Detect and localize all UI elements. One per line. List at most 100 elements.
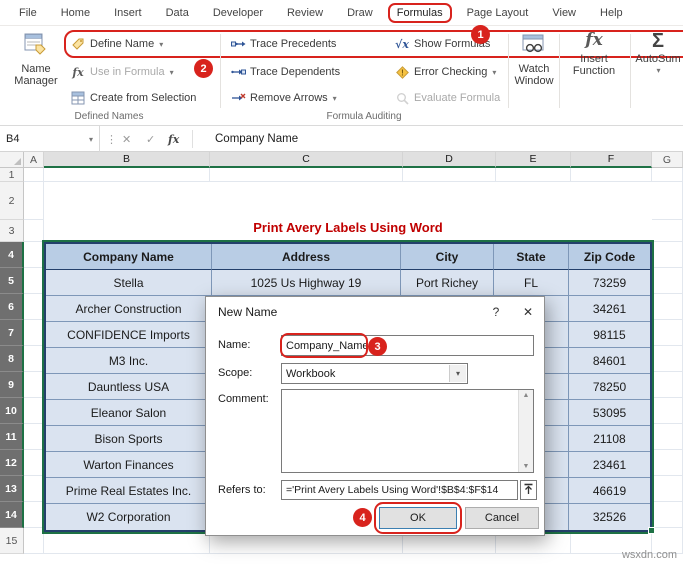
name-input[interactable]: Company_Name [281, 335, 534, 356]
row-header-11[interactable]: 11 [0, 424, 24, 450]
cell[interactable] [652, 476, 683, 502]
table-cell[interactable]: 34261 [569, 296, 650, 322]
row-header-4[interactable]: 4 [0, 242, 24, 268]
dialog-close-button[interactable]: ✕ [512, 297, 544, 327]
row-header-3[interactable]: 3 [0, 220, 24, 242]
enter-entry-icon[interactable]: ✓ [146, 126, 155, 152]
cell[interactable] [24, 242, 44, 268]
table-header-cell[interactable]: Zip Code [569, 244, 650, 270]
autosum-button[interactable]: Σ AutoSum ▾ [635, 31, 681, 107]
comment-textarea[interactable]: ▲ ▼ [281, 389, 534, 473]
table-cell[interactable]: 46619 [569, 478, 650, 504]
cell[interactable] [652, 372, 683, 398]
tab-view[interactable]: View [543, 3, 585, 23]
cell[interactable] [24, 424, 44, 450]
error-checking-button[interactable]: ! Error Checking ▾ [394, 62, 496, 82]
insert-function-button[interactable]: fx Insert Function [563, 30, 625, 107]
table-cell[interactable]: 53095 [569, 400, 650, 426]
table-cell[interactable]: 78250 [569, 374, 650, 400]
sheet-title-cell[interactable]: Print Avery Labels Using Word [44, 182, 652, 242]
column-header-B[interactable]: B [44, 152, 210, 168]
table-cell[interactable]: Eleanor Salon [46, 400, 212, 426]
select-all-corner[interactable] [0, 152, 24, 168]
table-cell[interactable]: Bison Sports [46, 426, 212, 452]
table-cell[interactable]: Archer Construction [46, 296, 212, 322]
cell[interactable] [652, 168, 683, 182]
row-header-14[interactable]: 14 [0, 502, 24, 528]
table-cell[interactable]: 73259 [569, 270, 650, 296]
cell[interactable] [652, 320, 683, 346]
remove-arrows-button[interactable]: Remove Arrows ▾ [230, 88, 337, 108]
trace-dependents-button[interactable]: Trace Dependents [230, 62, 340, 82]
tab-data[interactable]: Data [157, 3, 198, 23]
cell[interactable] [652, 268, 683, 294]
collapse-dialog-button[interactable] [520, 480, 537, 500]
cell[interactable] [24, 268, 44, 294]
cancel-button[interactable]: Cancel [465, 507, 539, 529]
table-cell[interactable]: Prime Real Estates Inc. [46, 478, 212, 504]
table-cell[interactable]: 21108 [569, 426, 650, 452]
table-header-cell[interactable]: Address [212, 244, 401, 270]
table-cell[interactable]: Port Richey [401, 270, 494, 296]
table-cell[interactable]: Dauntless USA [46, 374, 212, 400]
cell[interactable] [24, 182, 44, 220]
ok-button[interactable]: OK [379, 507, 457, 529]
table-cell[interactable]: 32526 [569, 504, 650, 530]
tab-draw[interactable]: Draw [338, 3, 382, 23]
cell[interactable] [44, 168, 210, 182]
row-header-13[interactable]: 13 [0, 476, 24, 502]
tab-file[interactable]: File [10, 3, 46, 23]
tab-insert[interactable]: Insert [105, 3, 151, 23]
cell[interactable] [652, 398, 683, 424]
table-cell[interactable]: 98115 [569, 322, 650, 348]
comment-scrollbar[interactable]: ▲ ▼ [518, 390, 533, 472]
cell[interactable] [24, 398, 44, 424]
cell[interactable] [24, 450, 44, 476]
dialog-help-button[interactable]: ? [480, 297, 512, 327]
fill-handle[interactable] [648, 527, 655, 534]
cell[interactable] [210, 168, 403, 182]
row-header-9[interactable]: 9 [0, 372, 24, 398]
cell[interactable] [24, 476, 44, 502]
cell[interactable] [652, 220, 683, 242]
watch-window-button[interactable]: Watch Window [512, 31, 556, 107]
scroll-up-icon[interactable]: ▲ [523, 392, 530, 399]
scroll-down-icon[interactable]: ▼ [523, 463, 530, 470]
cell[interactable] [496, 168, 571, 182]
scope-select[interactable]: Workbook ▾ [281, 363, 468, 384]
tab-formulas[interactable]: Formulas [387, 2, 452, 23]
formula-bar-drag-handle-icon[interactable]: ⋮ [106, 126, 117, 152]
cell[interactable] [24, 346, 44, 372]
cell[interactable] [24, 168, 44, 182]
tab-help[interactable]: Help [591, 3, 632, 23]
cancel-entry-icon[interactable]: ✕ [122, 126, 131, 152]
cell[interactable] [652, 502, 683, 528]
cell[interactable] [24, 220, 44, 242]
insert-function-fx-icon[interactable]: fx [168, 126, 179, 152]
row-header-2[interactable]: 2 [0, 182, 24, 220]
row-header-7[interactable]: 7 [0, 320, 24, 346]
table-cell[interactable]: 1025 Us Highway 19 [212, 270, 401, 296]
tab-review[interactable]: Review [278, 3, 332, 23]
scope-dropdown-icon[interactable]: ▾ [449, 365, 466, 382]
row-header-12[interactable]: 12 [0, 450, 24, 476]
cell[interactable] [652, 242, 683, 268]
table-cell[interactable]: Warton Finances [46, 452, 212, 478]
cell[interactable] [24, 528, 44, 554]
table-cell[interactable]: 23461 [569, 452, 650, 478]
refers-to-input[interactable]: ='Print Avery Labels Using Word'!$B$4:$F… [281, 480, 518, 500]
row-header-1[interactable]: 1 [0, 168, 24, 182]
cell[interactable] [24, 372, 44, 398]
cell[interactable] [24, 502, 44, 528]
tab-home[interactable]: Home [52, 3, 99, 23]
table-cell[interactable]: FL [494, 270, 569, 296]
create-from-selection-button[interactable]: Create from Selection [70, 88, 196, 108]
table-cell[interactable]: M3 Inc. [46, 348, 212, 374]
table-cell[interactable]: CONFIDENCE Imports [46, 322, 212, 348]
column-header-A[interactable]: A [24, 152, 44, 168]
trace-precedents-button[interactable]: Trace Precedents [230, 34, 336, 54]
row-header-6[interactable]: 6 [0, 294, 24, 320]
tab-developer[interactable]: Developer [204, 3, 272, 23]
formula-bar-value[interactable]: Company Name [215, 126, 298, 152]
row-header-8[interactable]: 8 [0, 346, 24, 372]
